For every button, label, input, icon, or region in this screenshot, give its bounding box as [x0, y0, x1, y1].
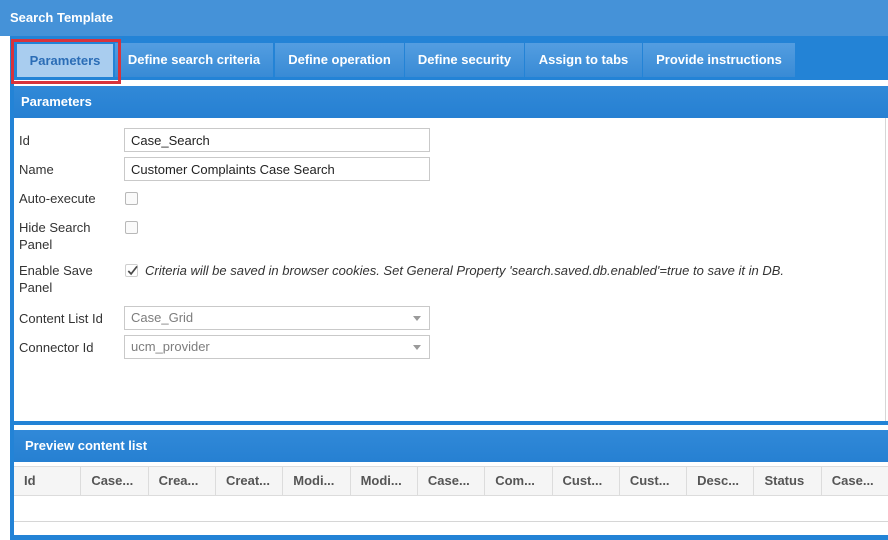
connector-id-select[interactable]: ucm_provider — [124, 335, 430, 359]
preview-grid-body — [14, 496, 888, 522]
tab-content: Parameters Id Name Auto-execute Hide Sea… — [14, 80, 888, 535]
column-header[interactable]: Case... — [822, 467, 888, 495]
id-input[interactable] — [124, 128, 430, 152]
preview-panel-header: Preview content list — [14, 430, 888, 462]
column-header[interactable]: Id — [14, 467, 82, 495]
panel-divider — [14, 421, 888, 425]
title-bar: Search Template — [0, 0, 888, 36]
column-header[interactable]: Cust... — [553, 467, 620, 495]
chevron-down-icon — [413, 316, 421, 321]
content-list-id-select[interactable]: Case_Grid — [124, 306, 430, 330]
hide-search-panel-checkbox[interactable] — [125, 221, 138, 234]
parameters-form: Id Name Auto-execute Hide Search Panel E… — [14, 118, 886, 421]
preview-panel: Preview content list Id Case... Crea... … — [14, 430, 888, 527]
column-header[interactable]: Case... — [81, 467, 149, 495]
dialog-title: Search Template — [10, 10, 114, 25]
tab-bar: Parameters Define search criteria Define… — [10, 36, 888, 80]
enable-save-panel-label: Enable Save Panel — [19, 263, 93, 295]
tab-assign-to-tabs[interactable]: Assign to tabs — [525, 43, 642, 77]
name-label: Name — [19, 162, 54, 177]
column-header[interactable]: Com... — [485, 467, 553, 495]
auto-execute-checkbox[interactable] — [125, 192, 138, 205]
connector-id-label: Connector Id — [19, 340, 94, 355]
column-header[interactable]: Modi... — [351, 467, 418, 495]
tab-container: Parameters Define search criteria Define… — [10, 36, 888, 540]
column-header[interactable]: Desc... — [687, 467, 755, 495]
column-header[interactable]: Crea... — [149, 467, 216, 495]
id-label: Id — [19, 133, 30, 148]
check-icon — [127, 265, 138, 276]
preview-grid-header: Id Case... Crea... Creat... Modi... Modi… — [14, 466, 888, 496]
tab-define-operation[interactable]: Define operation — [275, 43, 404, 77]
connector-id-value: ucm_provider — [131, 339, 210, 354]
parameters-panel-header: Parameters — [14, 86, 888, 118]
chevron-down-icon — [413, 345, 421, 350]
save-panel-note: Criteria will be saved in browser cookie… — [145, 263, 785, 278]
column-header[interactable]: Status — [754, 467, 822, 495]
parameters-panel-title: Parameters — [21, 94, 92, 109]
tab-define-search-criteria[interactable]: Define search criteria — [115, 43, 273, 77]
name-input[interactable] — [124, 157, 430, 181]
column-header[interactable]: Creat... — [216, 467, 284, 495]
tab-provide-instructions[interactable]: Provide instructions — [643, 43, 795, 77]
preview-panel-title: Preview content list — [25, 438, 148, 453]
hide-search-panel-label: Hide Search Panel — [19, 220, 91, 252]
highlight-box — [11, 39, 121, 84]
search-template-dialog: Search Template Parameters Define search… — [0, 0, 888, 540]
column-header[interactable]: Modi... — [283, 467, 351, 495]
column-header[interactable]: Case... — [418, 467, 486, 495]
column-header[interactable]: Cust... — [620, 467, 688, 495]
enable-save-panel-checkbox[interactable] — [125, 264, 138, 277]
content-list-id-value: Case_Grid — [131, 310, 194, 325]
content-list-id-label: Content List Id — [19, 311, 103, 326]
tab-define-security[interactable]: Define security — [405, 43, 524, 77]
auto-execute-label: Auto-execute — [19, 191, 96, 206]
